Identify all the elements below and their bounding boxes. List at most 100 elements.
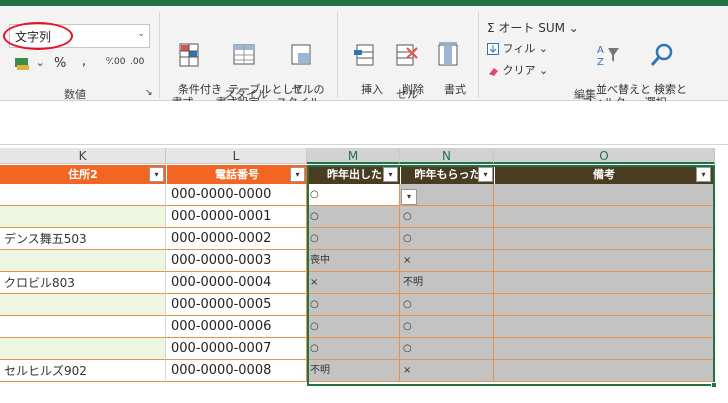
cell-phone[interactable]: 000-0000-0003 (166, 250, 307, 272)
column-header-m[interactable]: M (307, 148, 400, 164)
cell-address2[interactable] (0, 316, 166, 338)
format-cells-icon (438, 42, 458, 66)
conditional-format-icon (179, 43, 199, 67)
cell-phone[interactable]: 000-0000-0002 (166, 228, 307, 250)
format-as-table-icon (233, 44, 255, 65)
cell-notes[interactable] (494, 272, 714, 294)
comma-style-button[interactable]: , (82, 54, 86, 69)
header-address2-label: 住所2 (68, 168, 98, 181)
cell-sent-last-year[interactable]: 喪中 (307, 250, 400, 272)
fill-label: フィル ⌄ (502, 42, 549, 55)
cell-phone[interactable]: 000-0000-0006 (166, 316, 307, 338)
cells-group-label: セル (396, 88, 418, 101)
filter-dropdown-button[interactable]: ▾ (383, 167, 398, 182)
cell-address2[interactable] (0, 206, 166, 228)
cell-notes[interactable] (494, 316, 714, 338)
cell-phone[interactable]: 000-0000-0008 (166, 360, 307, 382)
cell-received-last-year[interactable]: ○ (400, 338, 494, 360)
cell-sent-last-year[interactable]: ○ (307, 316, 400, 338)
filter-dropdown-button[interactable]: ▾ (478, 167, 493, 182)
increase-decimal-button[interactable]: ⁰⁄.00 (106, 57, 125, 67)
fill-button[interactable]: フィル ⌄ (487, 40, 548, 56)
cell-notes[interactable] (494, 360, 714, 382)
cell-sent-last-year[interactable]: ○ (307, 184, 400, 206)
column-header-n[interactable]: N (400, 148, 494, 164)
number-group-label: 数値 (64, 88, 86, 101)
cell-received-last-year[interactable]: × (400, 360, 494, 382)
percent-style-button[interactable]: % (54, 56, 66, 71)
cell-dropdown-button[interactable]: ▾ (401, 189, 417, 205)
group-divider (478, 12, 479, 98)
header-address2: 住所2 (0, 165, 166, 184)
header-received-last-year-label: 昨年もらった (414, 168, 481, 181)
cell-address2[interactable] (0, 250, 166, 272)
ribbon: 文字列 ⌄ ⌄ % , ⁰⁄.00 .00 数値 ↘ 条件付き 書式 ⌄ テーブ… (0, 6, 728, 109)
cell-sent-last-year[interactable]: ○ (307, 294, 400, 316)
cell-received-last-year[interactable]: ○ (400, 316, 494, 338)
styles-group-label: スタイル (224, 88, 268, 101)
clear-button[interactable]: クリア ⌄ (487, 62, 548, 78)
dialog-launcher-icon[interactable]: ↘ (145, 88, 153, 98)
header-phone-label: 電話番号 (215, 168, 259, 181)
cell-sent-last-year[interactable]: ○ (307, 206, 400, 228)
cell-address2[interactable]: デンス舞五503 (0, 228, 166, 250)
column-header-o[interactable]: O (494, 148, 715, 164)
chevron-down-icon: ⌄ (137, 29, 145, 39)
sort-filter-icon: A Z (597, 45, 619, 68)
svg-text:A: A (597, 45, 604, 56)
filter-dropdown-button[interactable]: ▾ (149, 167, 164, 182)
header-sent-last-year-label: 昨年出した (327, 168, 382, 181)
eraser-icon (489, 68, 498, 76)
fill-down-icon (487, 43, 499, 55)
cell-phone[interactable]: 000-0000-0007 (166, 338, 307, 360)
cell-phone[interactable]: 000-0000-0001 (166, 206, 307, 228)
cell-received-last-year[interactable]: 不明 (400, 272, 494, 294)
fill-handle[interactable] (711, 382, 717, 388)
cell-received-last-year[interactable]: ○ (400, 206, 494, 228)
currency-icon (15, 58, 29, 70)
cell-received-last-year[interactable]: ○ (400, 228, 494, 250)
cell-styles-icon (291, 44, 311, 65)
group-divider (337, 12, 338, 98)
group-divider (159, 12, 160, 98)
cell-address2[interactable] (0, 184, 166, 206)
chevron-down-icon: ⌄ (35, 56, 45, 69)
delete-cells-icon (396, 44, 418, 66)
cell-phone[interactable]: 000-0000-0005 (166, 294, 307, 316)
search-icon (650, 43, 673, 66)
svg-text:Z: Z (597, 57, 604, 68)
cell-notes[interactable] (494, 184, 714, 206)
decrease-decimal-button[interactable]: .00 (130, 57, 144, 67)
editing-group-label: 編集 (574, 88, 596, 101)
cell-notes[interactable] (494, 338, 714, 360)
cell-address2[interactable]: クロビル803 (0, 272, 166, 294)
insert-cells-icon (354, 44, 374, 66)
highlight-annotation (3, 22, 73, 50)
filter-dropdown-button[interactable]: ▾ (290, 167, 305, 182)
header-notes: 備考 (495, 165, 713, 184)
column-header-k[interactable]: K (0, 148, 166, 164)
cell-sent-last-year[interactable]: ○ (307, 338, 400, 360)
accounting-format-button[interactable]: ⌄ (14, 55, 45, 71)
cell-sent-last-year[interactable]: ○ (307, 228, 400, 250)
clear-label: クリア ⌄ (502, 64, 549, 77)
cell-notes[interactable] (494, 228, 714, 250)
cell-address2[interactable] (0, 338, 166, 360)
formula-area (0, 101, 728, 145)
cell-sent-last-year[interactable]: 不明 (307, 360, 400, 382)
cell-notes[interactable] (494, 250, 714, 272)
cell-sent-last-year[interactable]: × (307, 272, 400, 294)
autosum-button[interactable]: Σ オート SUM ⌄ (487, 19, 579, 36)
header-phone: 電話番号 (167, 165, 307, 184)
cell-notes[interactable] (494, 206, 714, 228)
cell-received-last-year[interactable]: ○ (400, 294, 494, 316)
cell-address2[interactable]: セルヒルズ902 (0, 360, 166, 382)
header-notes-label: 備考 (593, 168, 615, 181)
cell-phone[interactable]: 000-0000-0004 (166, 272, 307, 294)
column-header-l[interactable]: L (166, 148, 307, 164)
cell-address2[interactable] (0, 294, 166, 316)
cell-phone[interactable]: 000-0000-0000 (166, 184, 307, 206)
filter-dropdown-button[interactable]: ▾ (696, 167, 711, 182)
cell-received-last-year[interactable]: × (400, 250, 494, 272)
cell-notes[interactable] (494, 294, 714, 316)
